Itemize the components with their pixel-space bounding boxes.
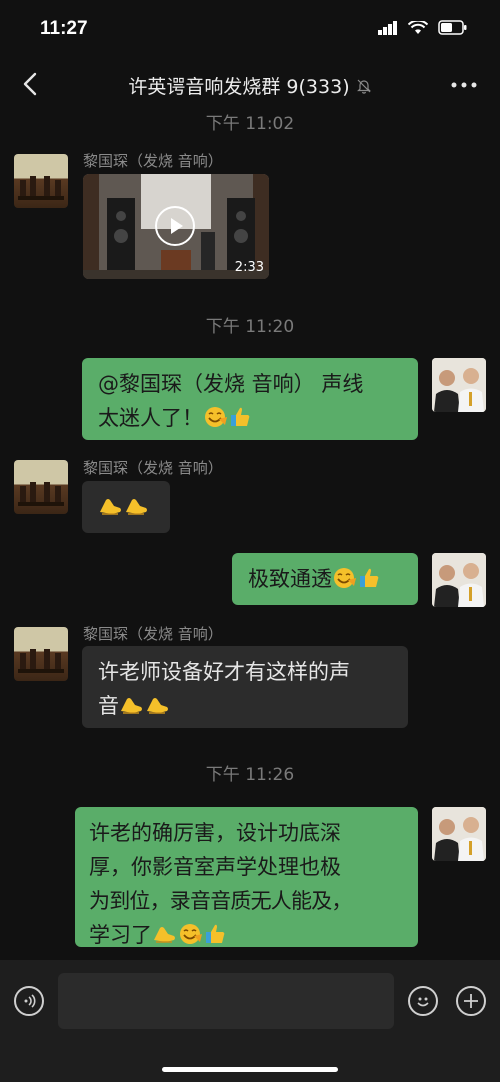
- avatar[interactable]: [432, 358, 486, 412]
- timestamp: 下午 11:02: [205, 114, 295, 134]
- avatar[interactable]: [14, 460, 68, 514]
- timestamp: 下午 11:26: [205, 765, 295, 785]
- voice-button[interactable]: [14, 986, 44, 1016]
- message-text: 许老师设备好才有这样的声: [98, 660, 350, 684]
- voice-icon: [24, 994, 36, 1008]
- emoji-icon: [417, 997, 429, 1007]
- timestamp: 下午 11:20: [205, 317, 295, 337]
- battery-icon: [438, 20, 467, 35]
- home-indicator: [162, 1067, 338, 1072]
- message-bubble[interactable]: 许老师设备好才有这样的声 音: [82, 646, 408, 728]
- avatar[interactable]: [14, 627, 68, 681]
- thumbs-up-icon: [229, 405, 251, 439]
- more-button[interactable]: [446, 72, 482, 98]
- clap-icon: [152, 922, 178, 956]
- sender-name: 黎国琛（发烧 音响）: [83, 152, 223, 170]
- message-bubble[interactable]: @黎国琛（发烧 音响） 声线 太迷人了！: [82, 358, 418, 440]
- chat-title: 许英谔音响发烧群 9(333): [128, 76, 350, 98]
- status-time: 11:27: [40, 18, 88, 39]
- add-button[interactable]: [456, 986, 486, 1016]
- message-bubble[interactable]: [82, 481, 170, 533]
- avatar[interactable]: [14, 154, 68, 208]
- message-text: @黎国琛（发烧 音响） 声线: [98, 372, 364, 396]
- message-text: 许老的确厉害，设计功底深: [89, 821, 341, 845]
- play-icon[interactable]: [155, 206, 195, 246]
- input-bar: [0, 960, 500, 1082]
- wifi-icon: [408, 20, 428, 34]
- more-dots-icon: [451, 82, 477, 88]
- message-text: 为到位，录音音质无人能及，: [89, 889, 352, 913]
- message-text: 极致通透: [248, 567, 332, 591]
- message-bubble[interactable]: 许老的确厉害，设计功底深 厚，你影音室声学处理也极 为到位，录音音质无人能及， …: [75, 807, 418, 947]
- message-bubble[interactable]: 极致通透: [232, 553, 418, 605]
- message-text-line: 太迷人了！: [98, 401, 402, 439]
- message-list[interactable]: 下午 11:02 黎国琛（发烧 音响） 2:33 下午 11:20 @黎国琛（发…: [0, 100, 500, 960]
- clap-icon: [119, 693, 145, 727]
- sender-name: 黎国琛（发烧 音响）: [83, 625, 223, 643]
- message-text-line: 音: [98, 689, 392, 727]
- video-message[interactable]: 2:33: [83, 174, 269, 279]
- message-input[interactable]: [58, 973, 394, 1029]
- bell-slash-icon: [356, 77, 372, 99]
- status-bar: 11:27: [0, 0, 500, 56]
- chat-title-wrap: 许英谔音响发烧群 9(333): [0, 72, 500, 99]
- status-icons: [378, 20, 468, 35]
- thumbs-up-icon: [358, 566, 380, 600]
- thumbs-up-icon: [204, 922, 226, 956]
- smile-face-icon: [178, 922, 204, 956]
- clap-icon: [98, 494, 124, 528]
- clap-icon: [145, 693, 171, 727]
- message-text: 厚，你影音室声学处理也极: [89, 855, 341, 879]
- emoji-button[interactable]: [408, 986, 438, 1016]
- avatar[interactable]: [432, 807, 486, 861]
- sender-name: 黎国琛（发烧 音响）: [83, 459, 223, 477]
- plus-icon: [464, 994, 478, 1008]
- smile-face-icon: [203, 405, 229, 439]
- video-duration: 2:33: [234, 260, 264, 275]
- clap-icon: [124, 494, 150, 528]
- avatar[interactable]: [432, 553, 486, 607]
- message-text-line: 学习了: [89, 918, 410, 956]
- signal-icon: [378, 20, 397, 35]
- smile-face-icon: [332, 566, 358, 600]
